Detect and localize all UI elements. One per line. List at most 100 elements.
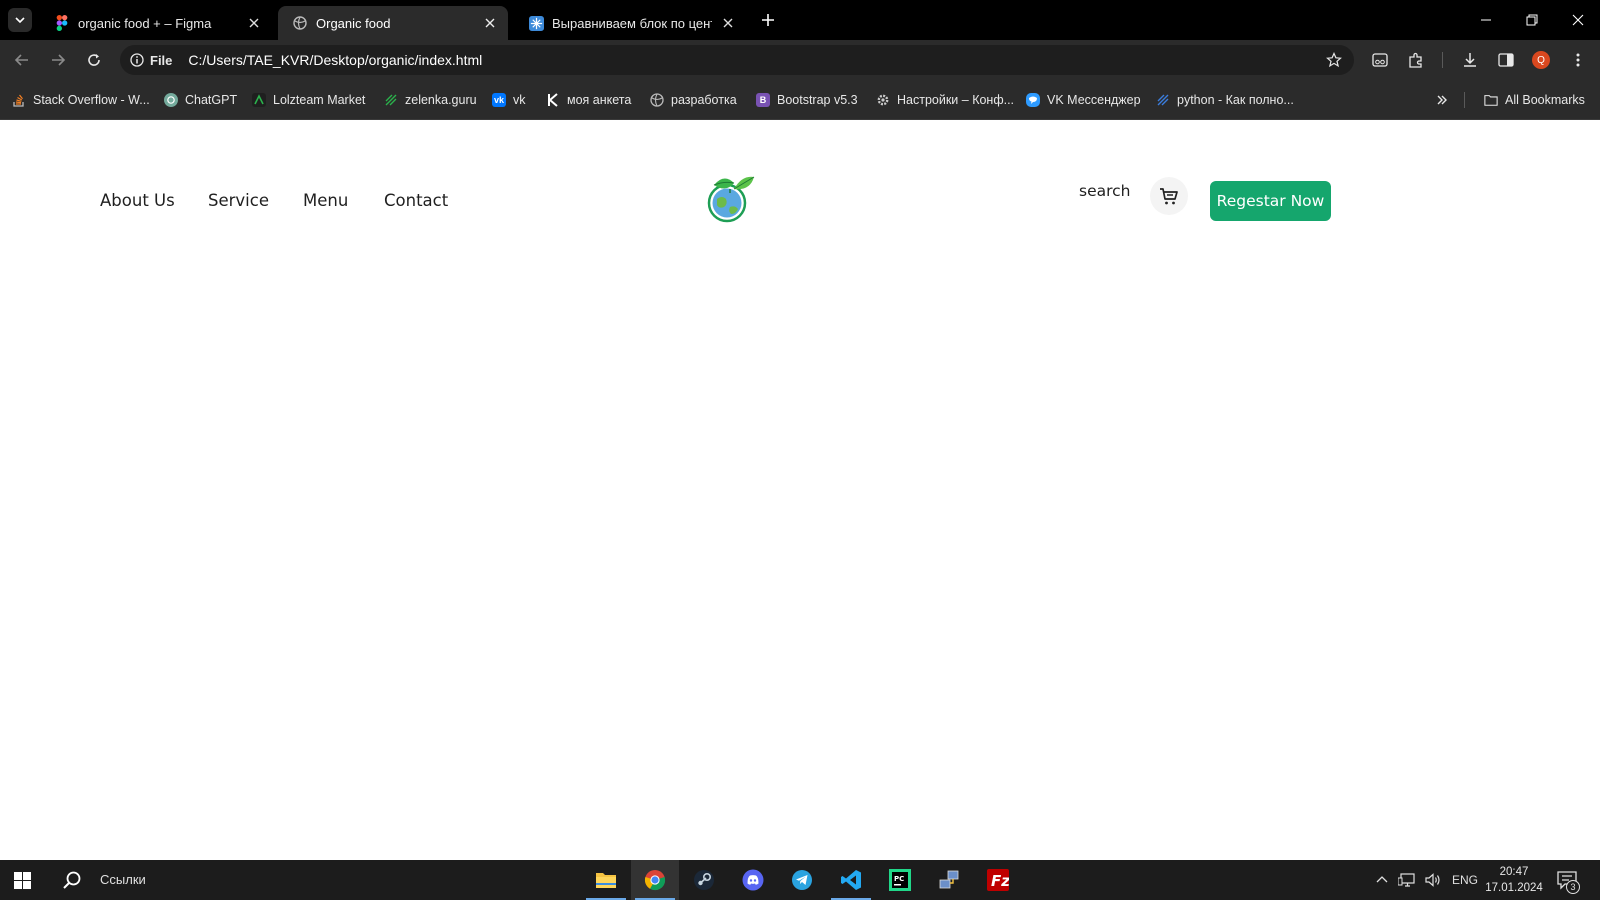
windows-start-icon[interactable] bbox=[14, 872, 31, 889]
bookmark-label: Настройки – Конф... bbox=[897, 93, 1015, 107]
vk-icon: vk bbox=[492, 93, 506, 107]
bookmark-vk[interactable]: vk vk bbox=[492, 90, 526, 110]
system-clock[interactable]: 20:47 17.01.2024 bbox=[1476, 864, 1552, 896]
tab-organic-food[interactable]: Organic food bbox=[278, 6, 508, 40]
nav-about-us[interactable]: About Us bbox=[100, 191, 175, 210]
browser-toolbar: File C:/Users/TAE_KVR/Desktop/organic/in… bbox=[0, 40, 1600, 80]
bookmark-zelenka[interactable]: zelenka.guru bbox=[384, 90, 477, 110]
steam-icon bbox=[694, 870, 714, 890]
show-hidden-icons-button[interactable] bbox=[1376, 870, 1388, 890]
taskbar-app-vscode[interactable] bbox=[827, 860, 875, 900]
bookmark-settings[interactable]: Настройки – Конф... bbox=[876, 90, 1014, 110]
scheme-label: File bbox=[150, 52, 173, 68]
tab-search-button[interactable] bbox=[8, 8, 32, 32]
new-tab-button[interactable] bbox=[758, 10, 778, 30]
arrow-right-icon bbox=[52, 54, 66, 66]
taskbar-app-file-explorer[interactable] bbox=[582, 860, 630, 900]
reload-button[interactable] bbox=[82, 48, 106, 72]
all-bookmarks-button[interactable]: All Bookmarks bbox=[1484, 90, 1585, 110]
bookmark-python[interactable]: python - Как полно... bbox=[1156, 90, 1294, 110]
forward-button[interactable] bbox=[46, 48, 70, 72]
bookmark-development[interactable]: разработка bbox=[650, 90, 737, 110]
reading-mode-icon bbox=[1372, 53, 1388, 67]
close-window-button[interactable] bbox=[1568, 10, 1588, 30]
bookmark-label: разработка bbox=[671, 93, 737, 107]
bookmark-label: Stack Overflow - W... bbox=[33, 93, 150, 107]
bookmarks-divider bbox=[1464, 92, 1465, 108]
nav-contact[interactable]: Contact bbox=[384, 191, 448, 210]
bookmark-my-profile[interactable]: моя анкета bbox=[546, 90, 631, 110]
bookmark-vk-messenger[interactable]: VK Мессенджер bbox=[1026, 90, 1141, 110]
reload-icon bbox=[88, 54, 100, 66]
taskbar-search-label[interactable]: Ссылки bbox=[100, 872, 146, 887]
taskbar: Ссылки PC Fz ENG 20:47 17.01.2024 3 bbox=[0, 860, 1600, 900]
bookmark-lolzteam[interactable]: Lolzteam Market bbox=[252, 90, 365, 110]
taskbar-app-network-tool[interactable] bbox=[925, 860, 973, 900]
star-icon[interactable] bbox=[1326, 52, 1342, 68]
taskbar-app-chrome[interactable] bbox=[631, 860, 679, 900]
bookmark-bootstrap[interactable]: B Bootstrap v5.3 bbox=[756, 90, 858, 110]
network-status[interactable] bbox=[1398, 870, 1416, 890]
profile-avatar[interactable]: Q bbox=[1532, 51, 1550, 69]
search-link[interactable]: search bbox=[1079, 182, 1131, 200]
tab-figma[interactable]: organic food + – Figma bbox=[40, 6, 272, 40]
input-language[interactable]: ENG bbox=[1452, 870, 1478, 890]
close-icon[interactable] bbox=[246, 15, 262, 31]
browser-menu-button[interactable] bbox=[1566, 48, 1590, 72]
minimize-button[interactable] bbox=[1476, 10, 1496, 30]
search-icon[interactable] bbox=[62, 870, 82, 890]
bookmark-chatgpt[interactable]: ChatGPT bbox=[164, 90, 237, 110]
taskbar-app-telegram[interactable] bbox=[778, 860, 826, 900]
site-info-chip[interactable]: File bbox=[130, 53, 172, 68]
restore-button[interactable] bbox=[1522, 10, 1542, 30]
reading-mode-button[interactable] bbox=[1368, 48, 1392, 72]
python-doc-icon bbox=[1156, 93, 1170, 107]
bookmarks-overflow-button[interactable] bbox=[1436, 90, 1448, 110]
volume-control[interactable] bbox=[1424, 870, 1442, 890]
notification-count-badge: 3 bbox=[1566, 880, 1580, 894]
bookmark-label: ChatGPT bbox=[185, 93, 238, 107]
info-icon bbox=[130, 53, 144, 67]
chevron-down-icon bbox=[15, 17, 25, 24]
register-now-button[interactable]: Regestar Now bbox=[1210, 181, 1331, 221]
globe-icon bbox=[292, 15, 308, 31]
close-icon[interactable] bbox=[720, 15, 736, 31]
clock-date: 17.01.2024 bbox=[1485, 882, 1543, 894]
double-chevron-right-icon bbox=[1437, 95, 1447, 105]
side-panel-button[interactable] bbox=[1494, 48, 1518, 72]
bookmark-label: VK Мессенджер bbox=[1047, 93, 1141, 107]
taskbar-app-discord[interactable] bbox=[729, 860, 777, 900]
figma-icon bbox=[54, 15, 70, 31]
stackoverflow-icon bbox=[12, 93, 26, 107]
downloads-button[interactable] bbox=[1458, 48, 1482, 72]
nav-service[interactable]: Service bbox=[208, 191, 269, 210]
taskbar-app-filezilla[interactable]: Fz bbox=[974, 860, 1022, 900]
bookmark-label: zelenka.guru bbox=[405, 93, 477, 107]
address-bar[interactable]: File C:/Users/TAE_KVR/Desktop/organic/in… bbox=[120, 45, 1354, 75]
bookmark-stackoverflow[interactable]: Stack Overflow - W... bbox=[12, 90, 150, 110]
plus-icon bbox=[762, 14, 774, 26]
close-icon[interactable] bbox=[482, 15, 498, 31]
telegram-icon bbox=[792, 870, 812, 890]
download-icon bbox=[1464, 53, 1476, 67]
chrome-icon bbox=[644, 870, 666, 891]
tab-center-block[interactable]: Выравниваем блок по центру bbox=[514, 6, 746, 40]
bookmark-label: vk bbox=[513, 93, 526, 107]
page-viewport: About Us Service Menu Contact search Reg… bbox=[0, 121, 1600, 861]
site-logo[interactable] bbox=[700, 169, 762, 231]
more-vertical-icon bbox=[1576, 53, 1580, 67]
nav-menu[interactable]: Menu bbox=[303, 191, 348, 210]
shopping-cart-icon bbox=[1160, 188, 1178, 205]
gear-icon bbox=[876, 93, 890, 107]
back-button[interactable] bbox=[10, 48, 34, 72]
bookmark-label: python - Как полно... bbox=[1177, 93, 1294, 107]
filezilla-icon: Fz bbox=[987, 869, 1009, 891]
taskbar-app-steam[interactable] bbox=[680, 860, 728, 900]
svg-text:Fz: Fz bbox=[991, 872, 1009, 890]
taskbar-app-pycharm[interactable]: PC bbox=[876, 860, 924, 900]
chevron-up-icon bbox=[1376, 876, 1388, 883]
tab-title: Organic food bbox=[316, 15, 391, 31]
cart-button[interactable] bbox=[1150, 177, 1188, 215]
extensions-button[interactable] bbox=[1404, 48, 1428, 72]
discord-icon bbox=[742, 869, 764, 891]
